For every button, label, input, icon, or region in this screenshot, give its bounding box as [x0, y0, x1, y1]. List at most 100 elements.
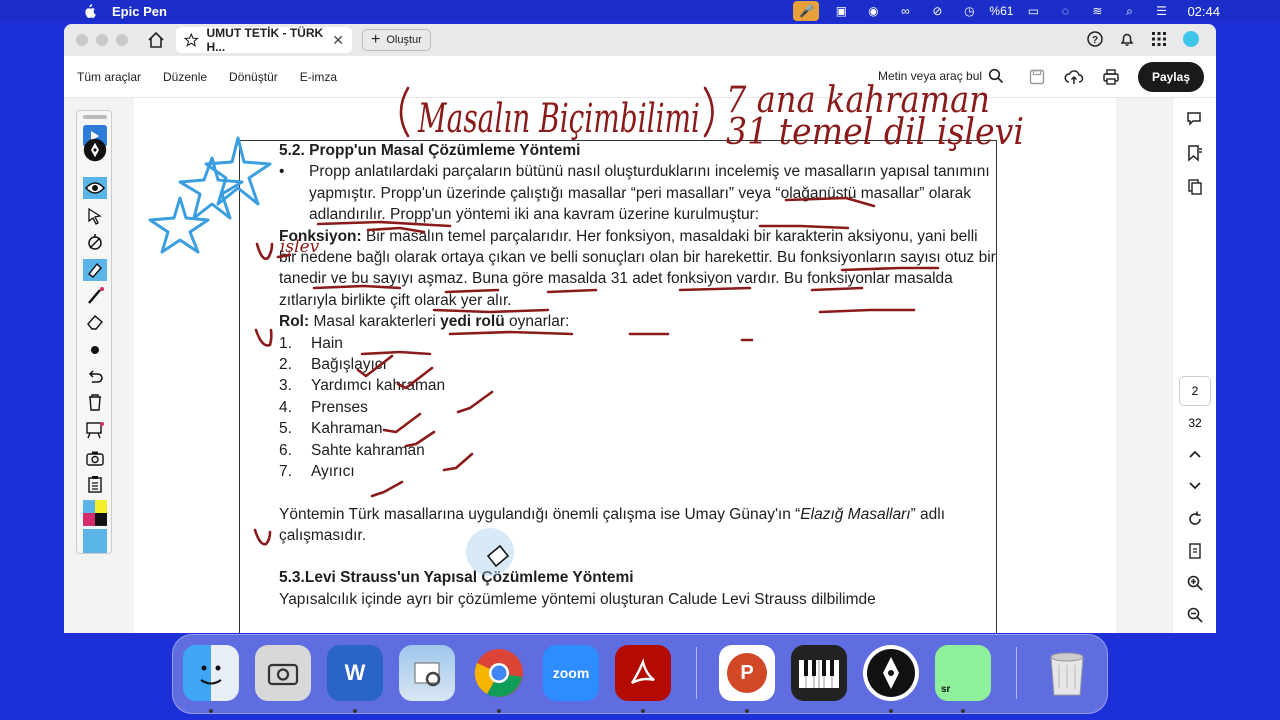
powerpoint-icon[interactable]: P: [719, 645, 775, 701]
create-button[interactable]: + Oluştur: [362, 29, 431, 51]
create-label: Oluştur: [386, 34, 422, 46]
tab-bar: UMUT TETİK - TÜRK H... ✕ + Oluştur ?: [64, 24, 1216, 56]
microphone-icon[interactable]: 🎤: [793, 1, 820, 21]
menu-all-tools[interactable]: Tüm araçlar: [77, 70, 141, 84]
help-icon[interactable]: ?: [1086, 30, 1104, 48]
app-name[interactable]: Epic Pen: [112, 4, 167, 19]
eye-icon[interactable]: [83, 177, 107, 199]
chevron-up-icon[interactable]: [1186, 446, 1204, 464]
profile-avatar-icon[interactable]: [1182, 30, 1200, 48]
clipboard-icon[interactable]: [83, 473, 107, 495]
select-arrow-icon[interactable]: [83, 205, 107, 227]
upload-icon[interactable]: [1064, 68, 1084, 86]
wifi-icon[interactable]: ≋: [1081, 0, 1113, 22]
screenshot-app-icon[interactable]: [255, 645, 311, 701]
shazam-icon[interactable]: ◉: [857, 0, 889, 22]
epic-pen-toolbar: [76, 110, 112, 554]
section-heading-levi-strauss: 5.3.Levi Strauss'un Yapısal Çözümleme Yö…: [279, 569, 634, 587]
spotlight-icon[interactable]: ⌕: [1113, 0, 1145, 22]
comment-icon[interactable]: [1186, 110, 1204, 128]
save-icon[interactable]: [1028, 68, 1046, 86]
no-draw-icon[interactable]: [83, 231, 107, 253]
apple-icon[interactable]: [82, 4, 96, 18]
section-heading-propp: 5.2. Propp'un Masal Çözümleme Yöntemi: [279, 142, 581, 159]
creative-cloud-icon[interactable]: ∞: [889, 0, 921, 22]
turk-masallari-paragraph: Yöntemin Türk masallarına uygulandığı ön…: [279, 504, 999, 547]
finder-icon[interactable]: [183, 645, 239, 701]
apps-grid-icon[interactable]: [1150, 30, 1168, 48]
running-indicator: [961, 709, 965, 713]
search-icon[interactable]: [988, 68, 1004, 84]
list-item: 2. Bağışlayıcı: [279, 354, 999, 375]
find-tool[interactable]: Metin veya araç bul: [878, 68, 1004, 84]
page-fit-icon[interactable]: [1186, 542, 1204, 560]
zoom-window-button[interactable]: [116, 34, 128, 46]
list-label: Bağışlayıcı: [311, 356, 387, 374]
word-icon[interactable]: W: [327, 645, 383, 701]
levi-strauss-first-line: Yapısalcılık içinde ayrı bir çözümleme y…: [279, 590, 876, 608]
sr-label: sr: [941, 684, 951, 695]
scene-runner-icon[interactable]: sr: [935, 645, 991, 701]
close-window-button[interactable]: [76, 34, 88, 46]
zoom-in-icon[interactable]: [1186, 574, 1204, 592]
list-number: 6.: [279, 441, 292, 459]
highlighter-icon[interactable]: [83, 259, 107, 281]
right-rail: 2 32: [1172, 98, 1216, 633]
list-number: 3.: [279, 377, 292, 395]
rol-term: Rol:: [279, 313, 310, 331]
bookmark-icon[interactable]: [1186, 144, 1204, 162]
minimize-window-button[interactable]: [96, 34, 108, 46]
acrobat-window: UMUT TETİK - TÜRK H... ✕ + Oluştur ? Tüm…: [64, 24, 1216, 633]
whiteboard-icon[interactable]: [83, 419, 107, 441]
current-page-field[interactable]: 2: [1179, 376, 1211, 406]
share-button[interactable]: Paylaş: [1137, 62, 1204, 92]
list-item: 5. Kahraman: [279, 418, 999, 439]
home-icon[interactable]: [146, 30, 166, 50]
time-machine-icon[interactable]: ◷: [953, 0, 985, 22]
mute-icon[interactable]: ⊘: [921, 0, 953, 22]
running-indicator: [745, 709, 749, 713]
preview-icon[interactable]: [399, 645, 455, 701]
acrobat-icon[interactable]: [615, 645, 671, 701]
chrome-icon[interactable]: [471, 645, 527, 701]
menu-edit[interactable]: Düzenle: [163, 70, 207, 84]
epic-pen-dock-icon[interactable]: [863, 645, 919, 701]
focus-icon[interactable]: ◌: [1049, 0, 1081, 22]
zoom-icon[interactable]: zoom: [543, 645, 599, 701]
rotate-icon[interactable]: [1186, 510, 1204, 528]
toolbar-drag-handle[interactable]: [83, 115, 107, 119]
clock[interactable]: 02:44: [1187, 4, 1220, 19]
plus-icon: +: [371, 31, 381, 48]
camera-icon[interactable]: [83, 447, 107, 469]
fonksiyon-term: Fonksiyon:: [279, 227, 362, 245]
list-item: 7. Ayırıcı: [279, 461, 999, 482]
star-icon[interactable]: [184, 32, 199, 48]
screen-record-icon[interactable]: ▣: [825, 0, 857, 22]
pages-icon[interactable]: [1186, 178, 1204, 196]
list-number: 1.: [279, 334, 292, 352]
rol-paragraph: Rol: Masal karakterleri yedi rolü oynarl…: [279, 311, 999, 332]
trash-icon[interactable]: [1039, 645, 1095, 701]
undo-icon[interactable]: [83, 365, 107, 387]
rol-text-end: oynarlar:: [504, 313, 570, 331]
color-palette[interactable]: [83, 499, 107, 527]
bell-icon[interactable]: [1118, 30, 1136, 48]
running-indicator: [353, 709, 357, 713]
pen-icon[interactable]: [83, 285, 107, 307]
chevron-down-icon[interactable]: [1186, 476, 1204, 494]
trash-icon[interactable]: [83, 391, 107, 413]
list-number: 5.: [279, 420, 292, 438]
zoom-out-icon[interactable]: [1186, 606, 1204, 624]
battery-icon[interactable]: ▭: [1017, 0, 1049, 22]
print-icon[interactable]: [1102, 68, 1120, 86]
list-label: Hain: [311, 334, 343, 352]
menu-convert[interactable]: Dönüştür: [229, 70, 278, 84]
brush-size-icon[interactable]: [83, 339, 107, 361]
menu-esign[interactable]: E-imza: [300, 70, 337, 84]
close-tab-icon[interactable]: ✕: [332, 32, 344, 49]
piano-icon[interactable]: [791, 645, 847, 701]
selected-color-swatch[interactable]: [83, 529, 107, 553]
control-center-icon[interactable]: ☰: [1145, 0, 1177, 22]
eraser-icon[interactable]: [83, 311, 107, 333]
document-tab[interactable]: UMUT TETİK - TÜRK H... ✕: [176, 26, 352, 54]
